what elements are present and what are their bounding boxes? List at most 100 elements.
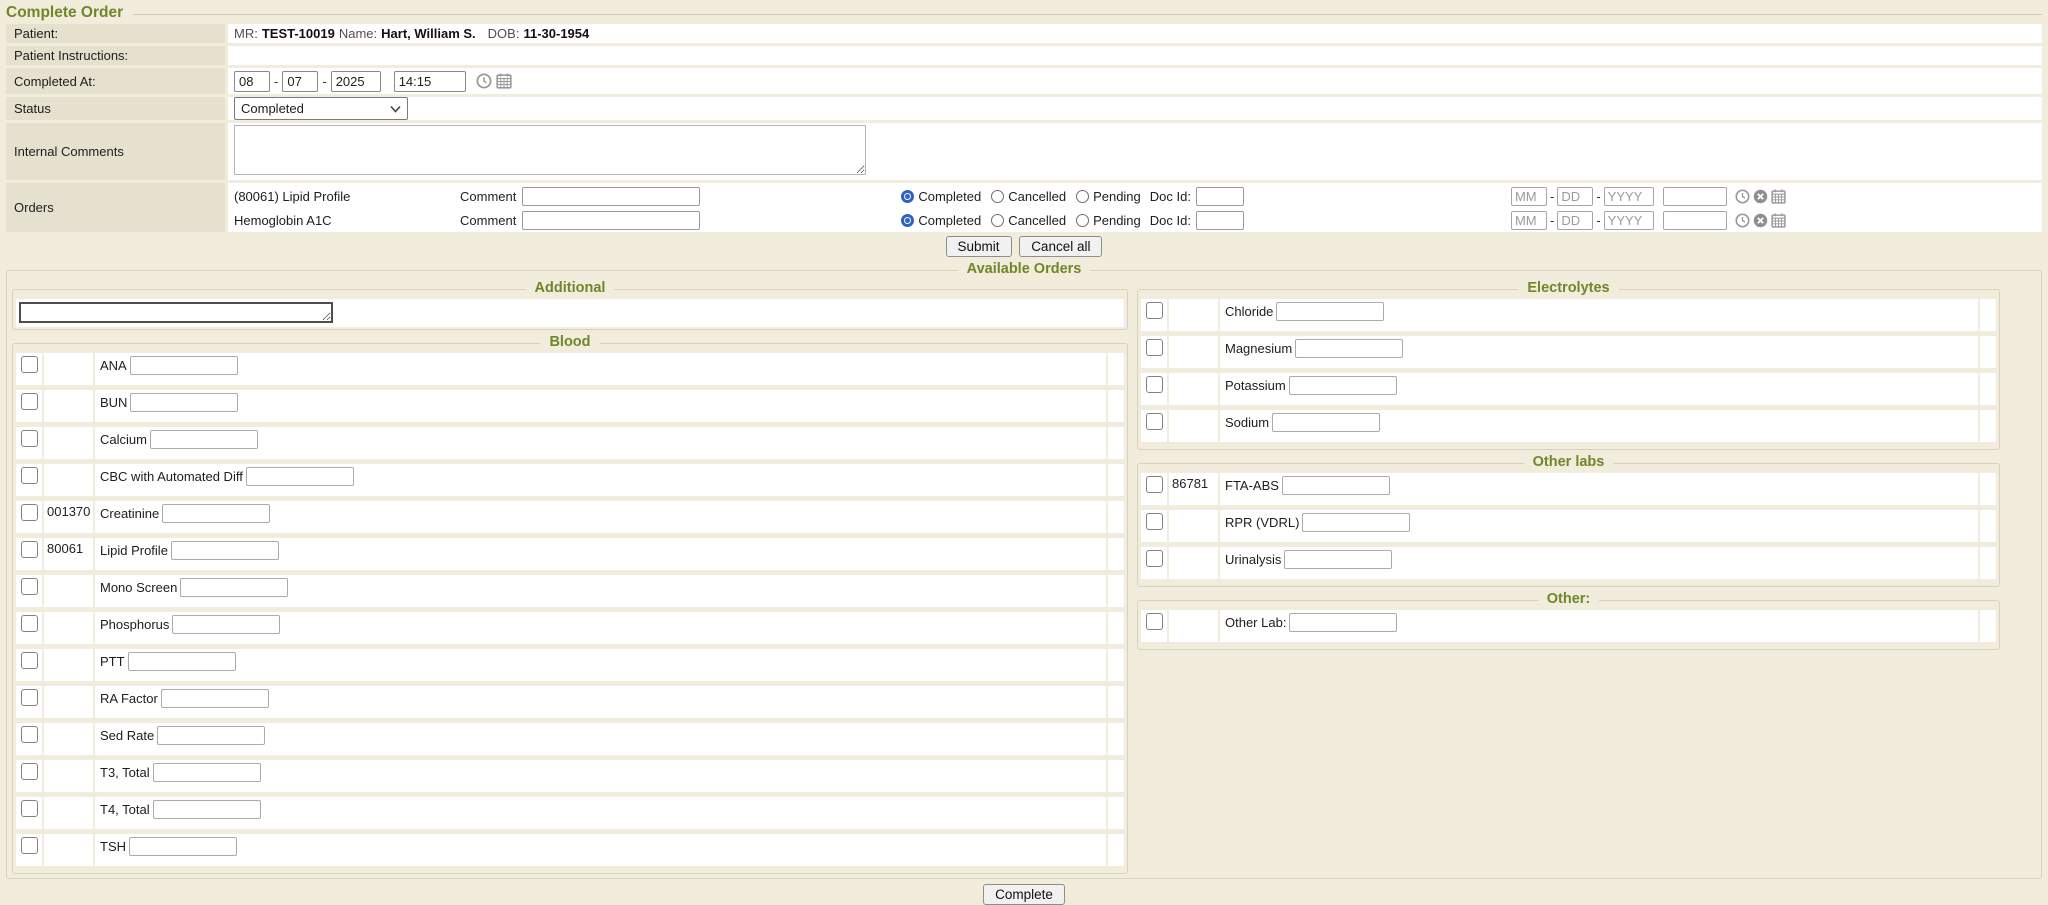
lab-checkbox[interactable] bbox=[21, 504, 38, 521]
submit-button[interactable]: Submit bbox=[946, 236, 1012, 257]
lab-code bbox=[44, 353, 93, 385]
radio-cancelled-icon[interactable] bbox=[991, 214, 1004, 227]
order-comment-input[interactable] bbox=[522, 187, 700, 206]
lab-checkbox[interactable] bbox=[21, 800, 38, 817]
lab-value-input[interactable] bbox=[130, 356, 238, 375]
lab-value-input[interactable] bbox=[1295, 339, 1403, 358]
order-year-input[interactable] bbox=[1604, 187, 1654, 206]
lab-value-input[interactable] bbox=[150, 430, 258, 449]
order-month-input[interactable] bbox=[1511, 211, 1547, 230]
calendar-icon[interactable] bbox=[1771, 189, 1786, 204]
radio-pending-icon[interactable] bbox=[1076, 214, 1089, 227]
completed-month-input[interactable] bbox=[234, 71, 270, 92]
lab-checkbox[interactable] bbox=[21, 393, 38, 410]
lab-checkbox[interactable] bbox=[1146, 550, 1163, 567]
completed-day-input[interactable] bbox=[282, 71, 318, 92]
status-select[interactable]: Completed bbox=[234, 97, 408, 120]
lab-checkbox[interactable] bbox=[1146, 302, 1163, 319]
order-year-input[interactable] bbox=[1604, 211, 1654, 230]
status-field: Completed bbox=[228, 97, 2042, 120]
lab-value-input[interactable] bbox=[1272, 413, 1380, 432]
lab-main-cell: Sed Rate bbox=[95, 723, 1106, 755]
lab-value-input[interactable] bbox=[1302, 513, 1410, 532]
blood-legend: Blood bbox=[13, 334, 1127, 350]
clock-icon[interactable] bbox=[476, 73, 492, 89]
lab-checkbox[interactable] bbox=[21, 837, 38, 854]
lab-label: Calcium bbox=[100, 429, 147, 447]
lab-main-cell: TSH bbox=[95, 834, 1106, 866]
lab-checkbox[interactable] bbox=[21, 541, 38, 558]
internal-comments-textarea[interactable] bbox=[234, 125, 866, 175]
lab-value-input[interactable] bbox=[172, 615, 280, 634]
lab-label: Lipid Profile bbox=[100, 540, 168, 558]
calendar-icon[interactable] bbox=[496, 73, 512, 89]
additional-search-input[interactable] bbox=[19, 302, 333, 323]
lab-code bbox=[1169, 510, 1218, 542]
order-status-option[interactable]: Pending bbox=[1076, 189, 1141, 204]
lab-label: Sodium bbox=[1225, 412, 1269, 430]
lab-value-input[interactable] bbox=[128, 652, 236, 671]
lab-row: PTT bbox=[16, 649, 1124, 681]
radio-completed-icon[interactable] bbox=[901, 214, 914, 227]
order-day-input[interactable] bbox=[1557, 187, 1593, 206]
order-day-input[interactable] bbox=[1557, 211, 1593, 230]
order-comment-input[interactable] bbox=[522, 211, 700, 230]
lab-checkbox[interactable] bbox=[21, 652, 38, 669]
lab-checkbox[interactable] bbox=[1146, 513, 1163, 530]
clear-date-icon[interactable] bbox=[1753, 213, 1768, 228]
clear-date-icon[interactable] bbox=[1753, 189, 1768, 204]
lab-checkbox[interactable] bbox=[1146, 613, 1163, 630]
calendar-icon[interactable] bbox=[1771, 213, 1786, 228]
lab-value-input[interactable] bbox=[180, 578, 288, 597]
lab-checkbox[interactable] bbox=[21, 763, 38, 780]
clock-icon[interactable] bbox=[1735, 189, 1750, 204]
complete-button[interactable]: Complete bbox=[983, 884, 1065, 905]
lab-value-input[interactable] bbox=[1282, 476, 1390, 495]
lab-checkbox[interactable] bbox=[1146, 413, 1163, 430]
order-month-input[interactable] bbox=[1511, 187, 1547, 206]
lab-value-input[interactable] bbox=[157, 726, 265, 745]
order-status-option[interactable]: Completed bbox=[901, 189, 981, 204]
lab-value-input[interactable] bbox=[130, 393, 238, 412]
lab-tail-cell bbox=[1108, 760, 1124, 792]
completed-time-input[interactable] bbox=[394, 71, 466, 92]
lab-checkbox[interactable] bbox=[21, 430, 38, 447]
lab-checkbox[interactable] bbox=[1146, 376, 1163, 393]
lab-checkbox[interactable] bbox=[21, 615, 38, 632]
lab-value-input[interactable] bbox=[161, 689, 269, 708]
radio-completed-icon[interactable] bbox=[901, 190, 914, 203]
order-status-option[interactable]: Pending bbox=[1076, 213, 1141, 228]
lab-value-input[interactable] bbox=[129, 837, 237, 856]
lab-value-input[interactable] bbox=[1289, 376, 1397, 395]
lab-value-input[interactable] bbox=[171, 541, 279, 560]
lab-value-input[interactable] bbox=[1289, 613, 1397, 632]
doc-id-input[interactable] bbox=[1196, 187, 1244, 206]
radio-pending-icon[interactable] bbox=[1076, 190, 1089, 203]
lab-row: 86781FTA-ABS bbox=[1141, 473, 1996, 505]
cancel-all-button[interactable]: Cancel all bbox=[1019, 236, 1102, 257]
lab-checkbox[interactable] bbox=[21, 689, 38, 706]
order-status-option[interactable]: Cancelled bbox=[991, 189, 1066, 204]
order-time-input[interactable] bbox=[1663, 187, 1727, 206]
lab-checkbox[interactable] bbox=[1146, 476, 1163, 493]
order-time-input[interactable] bbox=[1663, 211, 1727, 230]
order-status-option[interactable]: Cancelled bbox=[991, 213, 1066, 228]
lab-value-input[interactable] bbox=[162, 504, 270, 523]
order-status-option[interactable]: Completed bbox=[901, 213, 981, 228]
lab-label: ANA bbox=[100, 355, 127, 373]
doc-id-input[interactable] bbox=[1196, 211, 1244, 230]
completed-year-input[interactable] bbox=[331, 71, 381, 92]
radio-cancelled-icon[interactable] bbox=[991, 190, 1004, 203]
electrolytes-title: Electrolytes bbox=[1518, 280, 1618, 296]
lab-checkbox[interactable] bbox=[21, 726, 38, 743]
lab-checkbox[interactable] bbox=[21, 356, 38, 373]
lab-value-input[interactable] bbox=[153, 763, 261, 782]
lab-checkbox[interactable] bbox=[1146, 339, 1163, 356]
lab-value-input[interactable] bbox=[1276, 302, 1384, 321]
lab-value-input[interactable] bbox=[246, 467, 354, 486]
lab-checkbox[interactable] bbox=[21, 467, 38, 484]
clock-icon[interactable] bbox=[1735, 213, 1750, 228]
lab-value-input[interactable] bbox=[153, 800, 261, 819]
lab-value-input[interactable] bbox=[1284, 550, 1392, 569]
lab-checkbox[interactable] bbox=[21, 578, 38, 595]
